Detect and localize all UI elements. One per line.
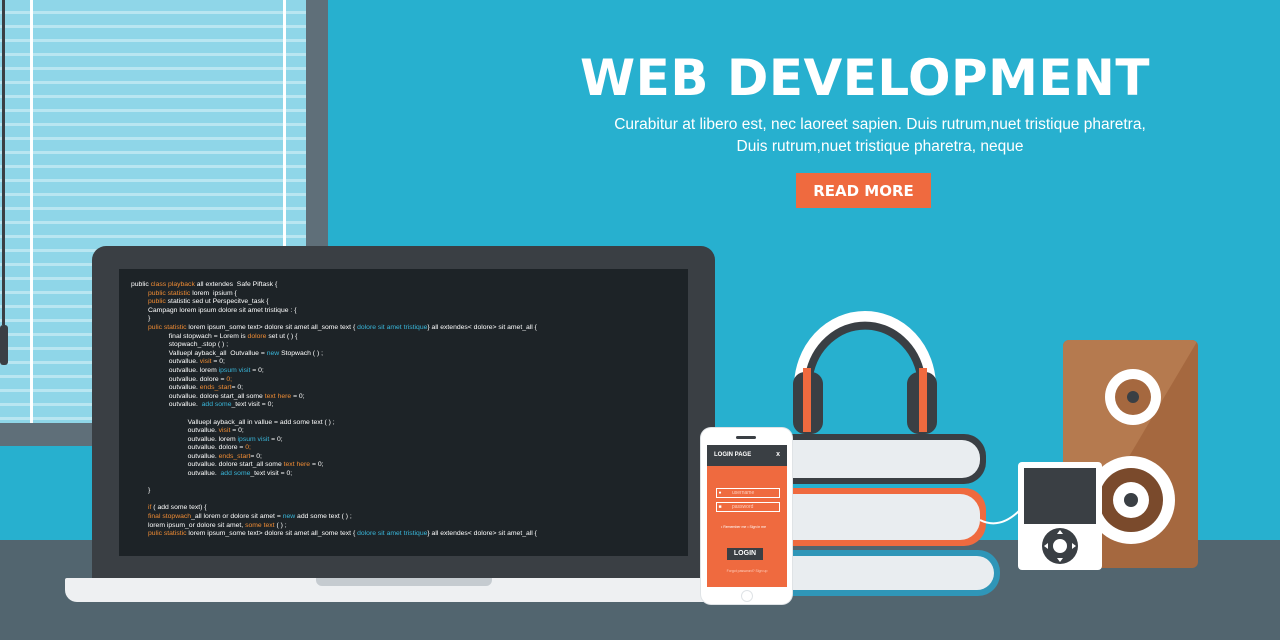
book-top-pages — [790, 440, 980, 478]
laptop-notch — [316, 578, 492, 586]
mp3-player — [980, 462, 1102, 570]
lock-icon: ■ — [718, 504, 722, 510]
code-line: outvallue. lorem ipsum visit = 0; — [131, 366, 264, 374]
login-header: LOGIN PAGE x — [707, 445, 787, 466]
code-line: outvallue. dolore start_all some text he… — [131, 461, 324, 469]
phone-login-screen: LOGIN PAGE x ● username ■ password • Rem… — [707, 445, 787, 587]
code-line: Valluepl ayback_all in vallue = add some… — [131, 418, 335, 426]
blind-pull-cord — [2, 0, 5, 325]
username-placeholder: username — [732, 490, 755, 496]
hero-title: WEB DEVELOPMENT — [580, 49, 1150, 107]
code-line: Valluepl ayback_all Outvallue = new Stop… — [131, 349, 323, 357]
code-line: outvallue. add some_text visit = 0; — [131, 401, 274, 409]
code-line: final stopwach = Lorem is dolore set ut … — [131, 332, 298, 340]
hero-subtitle-line-1: Curabitur at libero est, nec laoreet sap… — [614, 116, 1146, 133]
login-page-title: LOGIN PAGE — [714, 452, 752, 458]
code-line: public statistic sed ut Perspecitve_task… — [148, 298, 269, 306]
code-line: Campagn lorem ipsum dolore sit amet tris… — [131, 306, 297, 314]
code-line: outvallue. ends_start= 0; — [131, 384, 244, 392]
book-bottom-pages — [786, 556, 994, 590]
login-button[interactable]: LOGIN — [727, 548, 763, 560]
phone-speaker — [736, 436, 756, 439]
headphones-icon — [793, 311, 937, 434]
phone-home-button[interactable] — [741, 590, 753, 602]
code-line: lorem ipsum_or dolore sit amet, some tex… — [131, 521, 287, 529]
code-line: outvallue. dolore = 0; — [131, 444, 251, 452]
hero-subtitle-line-2: Duis rutrum,nuet tristique pharetra, neq… — [736, 138, 1024, 155]
close-icon[interactable]: x — [776, 451, 780, 458]
code-line: outvallue. visit = 0; — [131, 427, 244, 435]
code-line: pulic statistic lorem ipsum_some text> d… — [148, 530, 537, 538]
hero-subtitle: Curabitur at libero est, nec laoreet sap… — [560, 114, 1200, 158]
laptop-screen: public class playback all extendes Safe … — [119, 269, 688, 556]
remember-me-options[interactable]: • Remember me • Sign in me — [721, 525, 766, 529]
code-line: outvallue. dolore = 0; — [131, 375, 233, 383]
code-line: outvallue. lorem ipsum visit = 0; — [131, 435, 283, 443]
code-line: outvallue. ends_start= 0; — [131, 452, 262, 460]
code-editor: public class playback all extendes Safe … — [131, 281, 537, 539]
code-line: outvallue. dolore start_all some text he… — [131, 392, 305, 400]
code-line: } — [131, 315, 151, 323]
user-icon: ● — [718, 490, 722, 496]
password-field[interactable]: ■ password — [716, 502, 780, 512]
code-line: public class playback all extendes Safe … — [131, 281, 278, 288]
code-line: stopwach_.stop ( ) ; — [131, 341, 229, 349]
code-line: pulic statistic lorem ipsum_some text> d… — [148, 323, 537, 331]
username-field[interactable]: ● username — [716, 488, 780, 498]
forgot-password-link[interactable]: Forgot password? Sign up — [707, 569, 787, 573]
code-line: public statistic lorem ipsium { — [148, 289, 237, 297]
password-placeholder: password — [732, 504, 754, 510]
code-line: outvallue. visit = 0; — [131, 358, 225, 366]
blind-cord-left — [30, 0, 33, 423]
code-line: outvallue. add some_text visit = 0; — [131, 470, 293, 478]
code-line: } — [131, 487, 151, 495]
code-line: final stopwach_all lorem or dolore sit a… — [148, 513, 352, 521]
blind-pull-handle[interactable] — [0, 325, 8, 365]
book-middle-pages — [790, 494, 980, 540]
code-line: if ( add some text) { — [148, 504, 207, 512]
read-more-button[interactable]: READ MORE — [796, 173, 931, 208]
